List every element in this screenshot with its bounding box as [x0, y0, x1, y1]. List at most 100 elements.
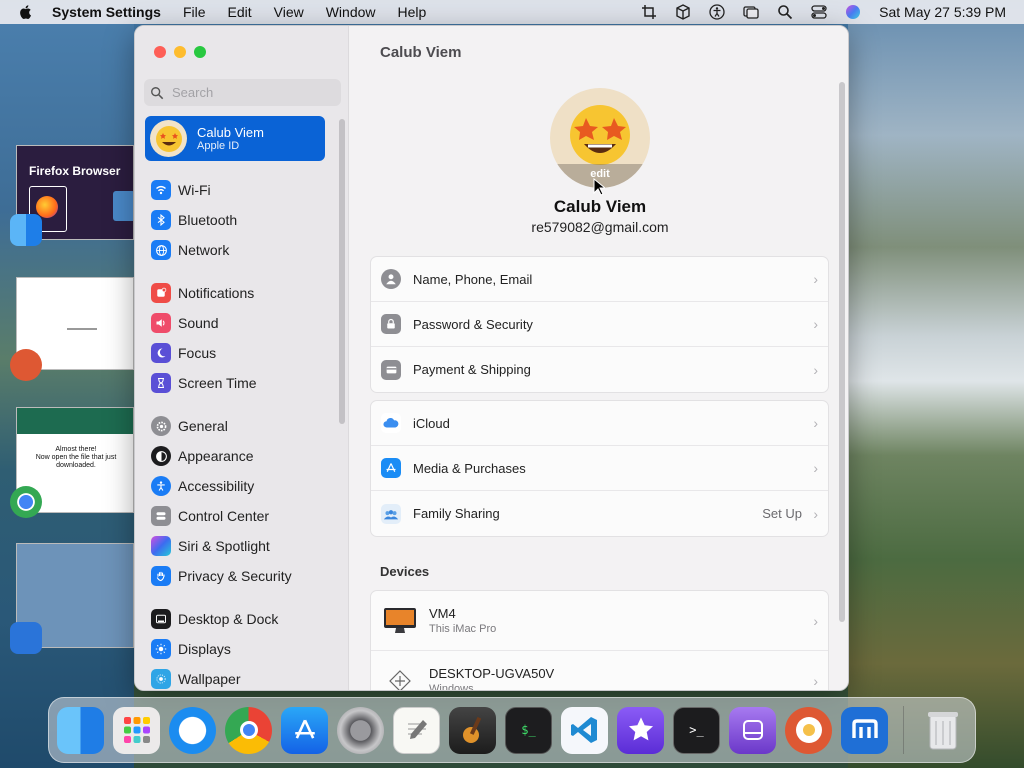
maxthon-icon[interactable] [10, 622, 42, 654]
search-icon [151, 86, 164, 99]
menu-edit[interactable]: Edit [228, 4, 252, 20]
dock-terminal-server-icon[interactable]: $_ [505, 706, 552, 754]
row-payment-shipping[interactable]: Payment & Shipping › [371, 347, 828, 392]
sidebar-item-privacy-security[interactable]: Privacy & Security [151, 565, 292, 587]
apple-menu-icon[interactable] [18, 3, 36, 21]
screen-mirroring-icon[interactable] [743, 4, 759, 20]
cloud-icon [381, 413, 401, 433]
sidebar-item-siri-spotlight[interactable]: Siri & Spotlight [151, 535, 270, 557]
dock-chrome-icon[interactable] [225, 706, 272, 754]
thumbnail-message-line-1: Almost there! [55, 446, 97, 453]
dock-vscode-icon[interactable] [561, 706, 608, 754]
sidebar-item-general[interactable]: General [151, 415, 228, 437]
sidebar-item-desktop-dock[interactable]: Desktop & Dock [151, 608, 278, 630]
sidebar-item-control-center[interactable]: Control Center [151, 505, 269, 527]
row-family-sharing[interactable]: Family Sharing Set Up › [371, 491, 828, 536]
chrome-icon[interactable] [10, 486, 42, 518]
sidebar-item-focus[interactable]: Focus [151, 342, 216, 364]
sidebar-item-wallpaper[interactable]: Wallpaper [151, 668, 241, 690]
close-window-button[interactable] [154, 46, 166, 58]
device-subtitle: This iMac Pro [429, 623, 497, 635]
thumbnail-text-line [67, 328, 97, 330]
minimize-window-button[interactable] [174, 46, 186, 58]
content-scrollbar[interactable] [839, 82, 845, 622]
row-password-security[interactable]: Password & Security › [371, 302, 828, 347]
siri-icon[interactable] [845, 4, 861, 20]
wifi-icon [151, 180, 171, 200]
bluetooth-icon [151, 210, 171, 230]
chevron-right-icon: › [813, 316, 818, 332]
sidebar-item-appearance[interactable]: Appearance [151, 445, 254, 467]
dock-app-store-icon[interactable] [281, 706, 328, 754]
profile-email: re579082@gmail.com [531, 219, 669, 235]
crop-icon[interactable] [641, 4, 657, 20]
sidebar-item-network[interactable]: Network [151, 239, 229, 261]
finder-icon[interactable] [10, 214, 42, 246]
sidebar-item-accessibility[interactable]: Accessibility [151, 475, 254, 497]
dock-trash-icon[interactable] [919, 707, 966, 754]
dock-maxthon-icon[interactable] [841, 706, 888, 754]
dock-textedit-icon[interactable] [393, 706, 440, 754]
speaker-icon [151, 313, 171, 333]
gear-icon [151, 416, 171, 436]
menu-bar: System Settings File Edit View Window He… [0, 0, 1024, 24]
sidebar-item-sound[interactable]: Sound [151, 312, 218, 334]
sidebar-item-wifi[interactable]: Wi-Fi [151, 179, 211, 201]
search-input[interactable] [172, 85, 322, 100]
lock-icon [381, 314, 401, 334]
hand-icon [151, 566, 171, 586]
sidebar-item-screen-time[interactable]: Screen Time [151, 372, 257, 394]
app-store-icon [381, 458, 401, 478]
accessibility-menu-icon[interactable] [709, 4, 725, 20]
chevron-right-icon: › [813, 505, 818, 522]
sidebar-scrollbar[interactable] [339, 119, 345, 424]
chevron-right-icon: › [813, 612, 818, 629]
search-field[interactable] [144, 79, 341, 106]
row-icloud[interactable]: iCloud › [371, 401, 828, 446]
control-center-menu-icon[interactable] [811, 4, 827, 20]
thumbnail-message-line-2: Now open the file that just downloaded. [35, 454, 117, 469]
menu-view[interactable]: View [274, 4, 304, 20]
row-name-phone-email[interactable]: Name, Phone, Email › [371, 257, 828, 302]
sidebar-item-apple-id[interactable]: Calub Viem Apple ID [145, 116, 325, 161]
dock-apple-configurator-icon[interactable] [729, 706, 776, 754]
zoom-window-button[interactable] [194, 46, 206, 58]
sidebar-item-label: Privacy & Security [178, 568, 292, 584]
menu-file[interactable]: File [183, 4, 206, 20]
row-label: Payment & Shipping [413, 362, 531, 377]
sidebar-item-notifications[interactable]: Notifications [151, 282, 254, 304]
menu-clock[interactable]: Sat May 27 5:39 PM [879, 4, 1006, 20]
hourglass-icon [151, 373, 171, 393]
menu-help[interactable]: Help [398, 4, 427, 20]
device-row-vm4[interactable]: VM4 This iMac Pro › [371, 591, 828, 651]
device-name: DESKTOP-UGVA50V [429, 666, 555, 681]
wallpaper-right [848, 24, 1024, 768]
dock-duckduckgo-icon[interactable] [785, 706, 832, 754]
spotlight-search-icon[interactable] [777, 4, 793, 20]
profile-avatar[interactable]: edit [550, 88, 650, 188]
cube-icon[interactable] [675, 4, 691, 20]
sidebar-item-displays[interactable]: Displays [151, 638, 231, 660]
dock-system-settings-icon[interactable] [337, 706, 384, 754]
chevron-right-icon: › [813, 672, 818, 689]
duckduckgo-icon[interactable] [10, 349, 42, 381]
dock-terminal-icon[interactable]: >_ [673, 706, 720, 754]
wallpaper-icon [151, 669, 171, 689]
dock-imovie-icon[interactable] [617, 706, 664, 754]
account-name: Calub Viem [197, 125, 264, 140]
row-media-purchases[interactable]: Media & Purchases › [371, 446, 828, 491]
dock-launchpad-icon[interactable] [113, 706, 160, 754]
menu-app-name[interactable]: System Settings [52, 4, 161, 20]
bell-icon [151, 283, 171, 303]
dock-safari-icon[interactable] [169, 706, 216, 754]
dock-finder-icon[interactable] [57, 706, 104, 754]
dock-garageband-icon[interactable] [449, 706, 496, 754]
folder-icon [113, 191, 133, 221]
sidebar-item-bluetooth[interactable]: Bluetooth [151, 209, 237, 231]
chevron-right-icon: › [813, 361, 818, 378]
menu-window[interactable]: Window [326, 4, 376, 20]
sidebar-item-label: General [178, 418, 228, 434]
device-row-desktop-ugva50v[interactable]: DESKTOP-UGVA50V Windows › [371, 651, 828, 690]
system-settings-window: Calub Viem Apple ID Wi-Fi Bluetooth Netw… [134, 25, 849, 691]
wallpaper-left [0, 24, 134, 768]
